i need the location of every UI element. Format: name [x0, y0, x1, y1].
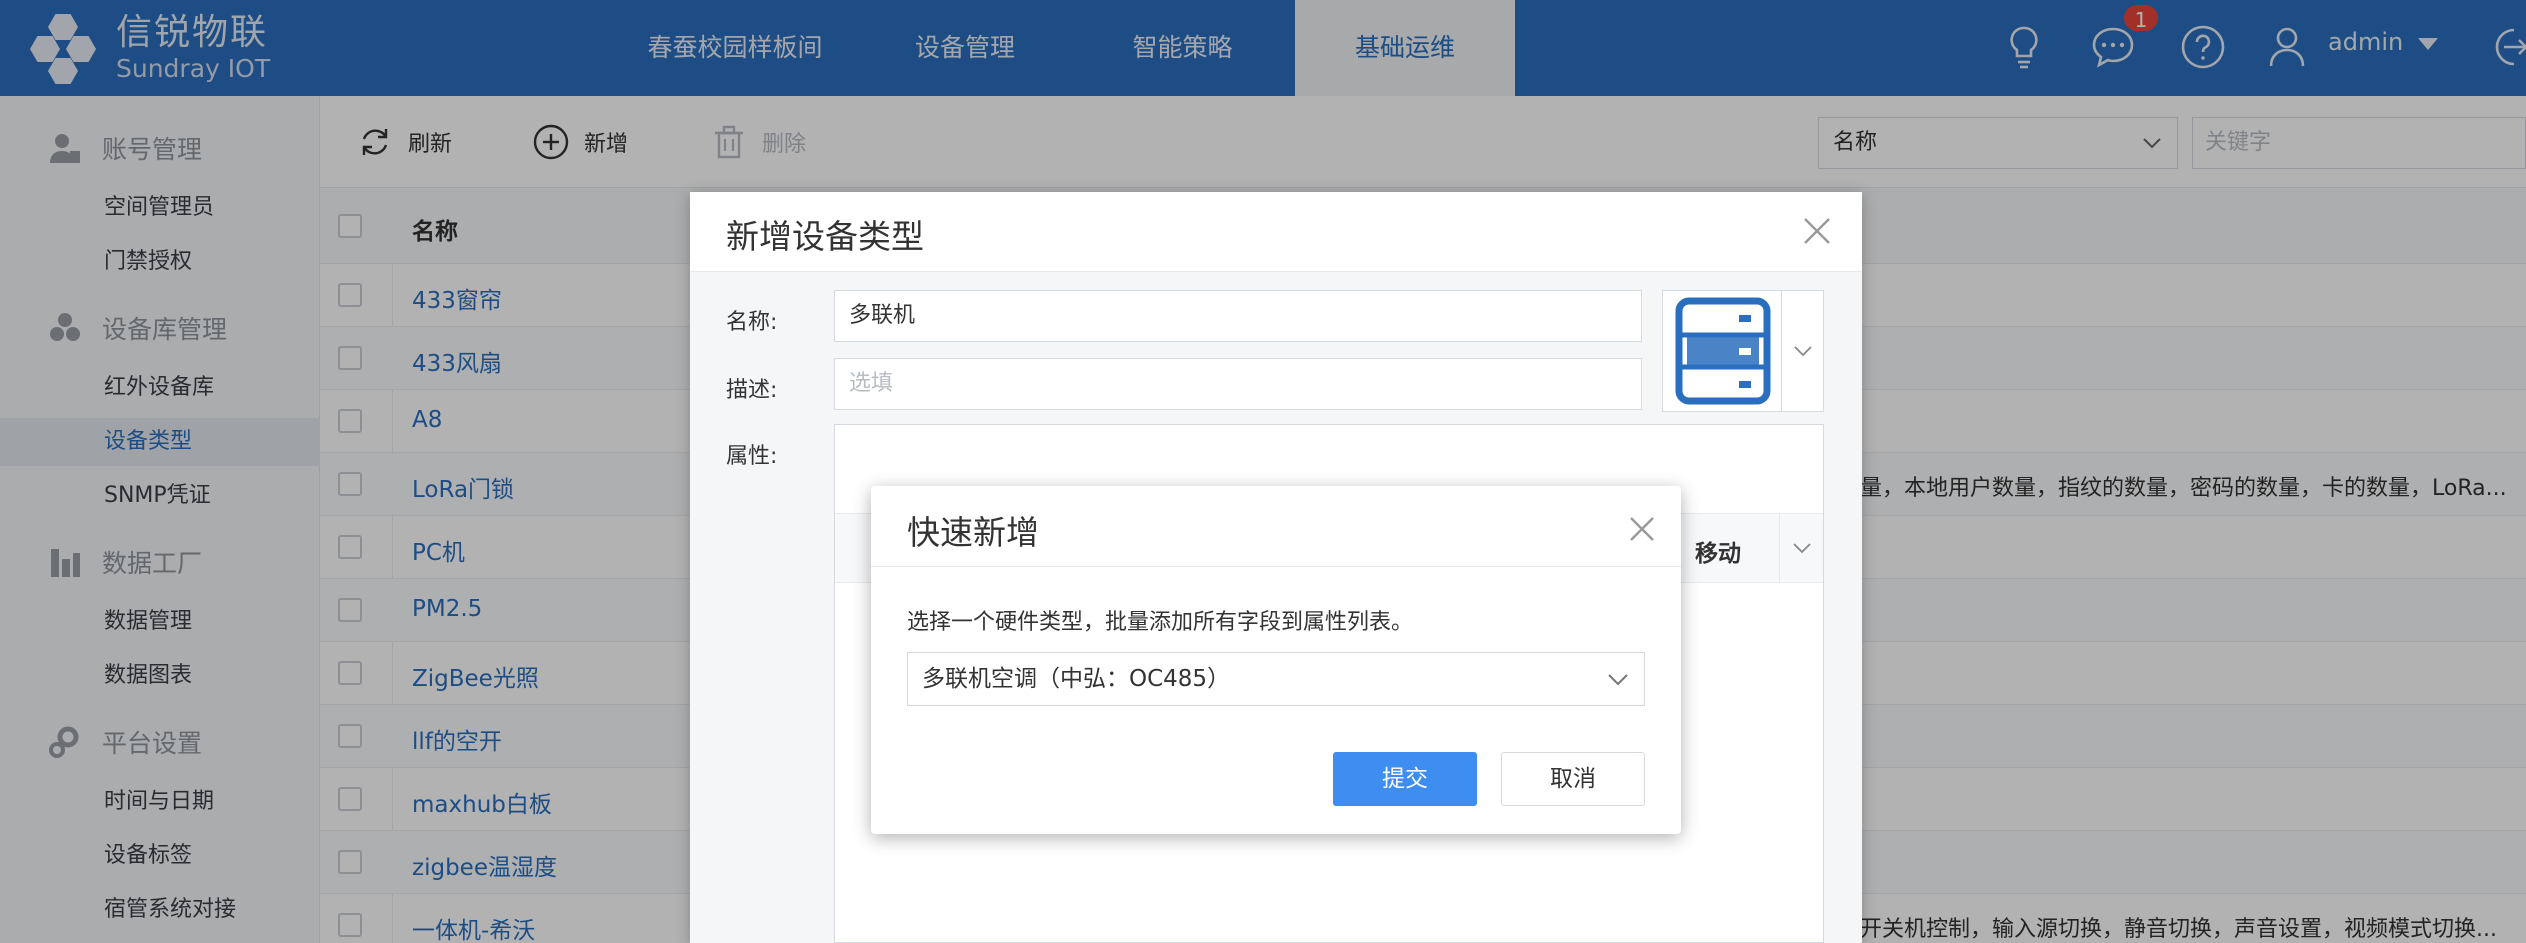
close-icon[interactable] [1627, 514, 1657, 544]
description-label: 描述: [726, 378, 778, 403]
chevron-down-icon[interactable] [1793, 343, 1813, 359]
server-icon [1675, 297, 1771, 405]
hardware-type-select[interactable]: 多联机空调（中弘：OC485） [907, 652, 1645, 706]
dialog-description: 选择一个硬件类型，批量添加所有字段到属性列表。 [907, 610, 1414, 635]
name-field[interactable]: 多联机 [834, 290, 1642, 342]
attributes-label: 属性: [726, 444, 778, 469]
quick-add-dialog: 快速新增 选择一个硬件类型，批量添加所有字段到属性列表。 多联机空调（中弘：OC… [871, 486, 1681, 834]
divider [1781, 291, 1782, 411]
column-menu[interactable] [1779, 514, 1823, 582]
hardware-type-value: 多联机空调（中弘：OC485） [922, 666, 1231, 692]
chevron-down-icon [1608, 674, 1628, 686]
cancel-button[interactable]: 取消 [1501, 752, 1645, 806]
chevron-down-icon [1793, 543, 1811, 554]
dialog-title: 新增设备类型 [726, 217, 924, 256]
dialog-title: 快速新增 [907, 513, 1039, 552]
name-label: 名称: [726, 310, 778, 335]
submit-button[interactable]: 提交 [1333, 752, 1477, 806]
description-field[interactable]: 选填 [834, 358, 1642, 410]
column-header-move: 移动 [1695, 541, 1741, 567]
close-icon[interactable] [1800, 214, 1834, 248]
icon-picker[interactable] [1662, 290, 1824, 412]
divider [871, 566, 1681, 567]
